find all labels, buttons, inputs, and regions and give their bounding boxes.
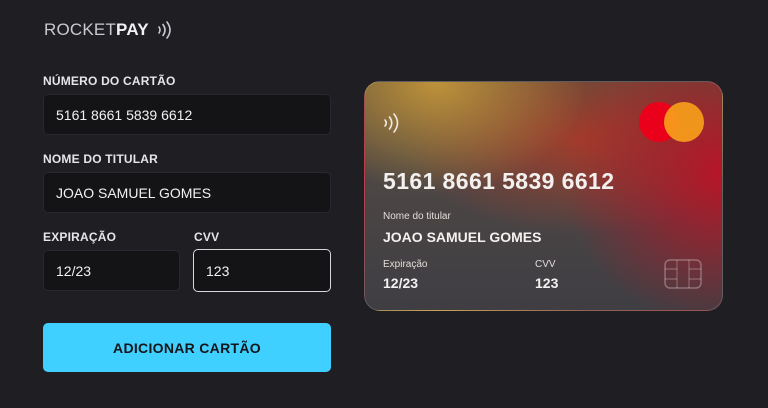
add-card-button[interactable]: ADICIONAR CARTÃO [43,323,331,372]
card-preview-holder-label: Nome do titular [383,211,451,222]
contactless-icon [384,113,399,133]
expiry-label: EXPIRAÇÃO [43,230,117,244]
card-preview-expiry-value: 12/23 [383,275,419,291]
holder-name-input[interactable]: JOAO SAMUEL GOMES [43,172,331,213]
mastercard-logo-icon [639,102,704,142]
card-chip-icon [664,259,702,289]
cvv-input[interactable]: 123 [193,249,331,292]
card-preview-expiry-label: Expiração [383,259,428,270]
card-number-label: NÚMERO DO CARTÃO [43,74,176,88]
brand-logo: ROCKETPAY [44,19,175,41]
expiry-input[interactable]: 12/23 [43,250,180,291]
cvv-label: CVV [194,230,220,244]
holder-name-label: NOME DO TITULAR [43,152,158,166]
brand-logo-light: ROCKET [44,20,117,39]
card-preview: 5161 8661 5839 6612 Nome do titular JOAO… [364,81,723,311]
brand-logo-bold: PAY [116,20,149,39]
card-preview-cvv-value: 123 [535,275,559,291]
contactless-icon [157,21,171,39]
card-preview-holder-name: JOAO SAMUEL GOMES [383,229,542,245]
card-number-input[interactable]: 5161 8661 5839 6612 [43,94,331,135]
card-preview-cvv-label: CVV [535,259,556,270]
card-preview-number: 5161 8661 5839 6612 [383,168,615,194]
brand-logo-text: ROCKETPAY [44,20,149,40]
